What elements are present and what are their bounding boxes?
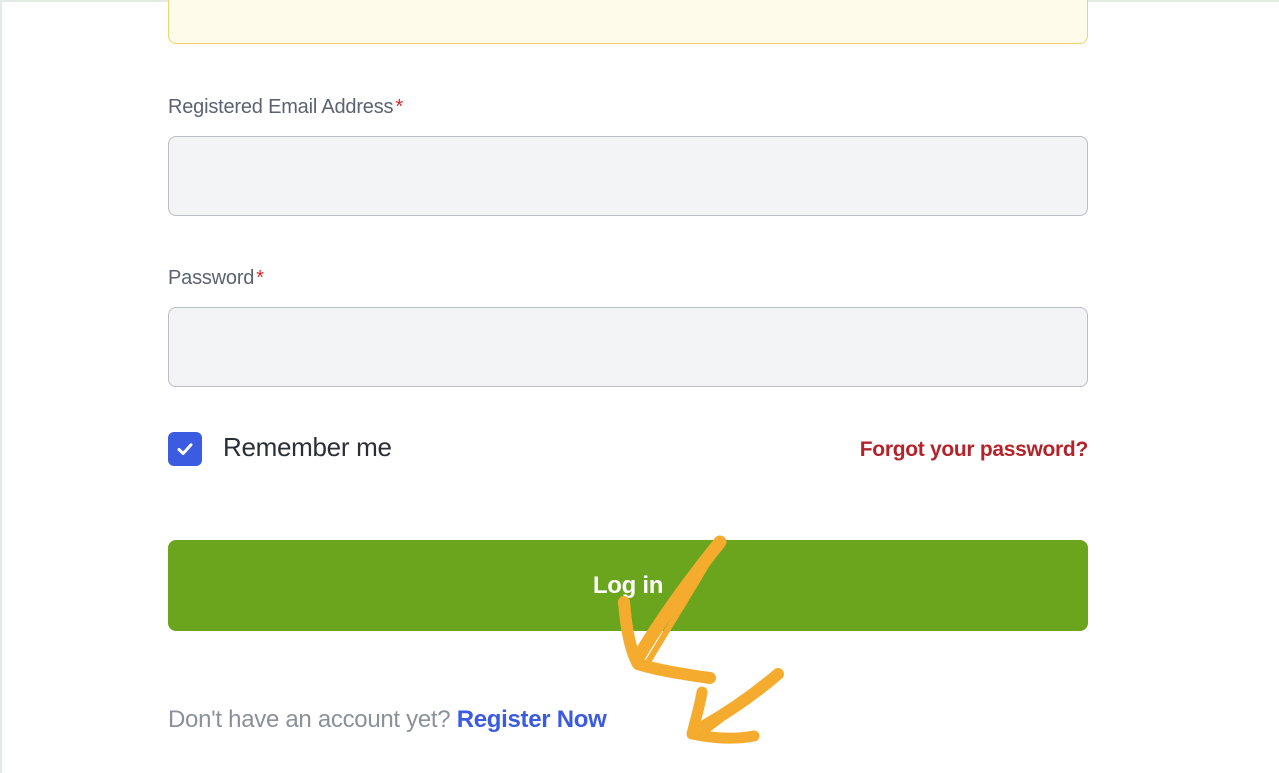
password-label-text: Password bbox=[168, 267, 255, 289]
email-field[interactable] bbox=[168, 136, 1088, 216]
register-now-link[interactable]: Register Now bbox=[457, 706, 607, 733]
register-prompt: Don't have an account yet? Register Now bbox=[168, 706, 607, 734]
forgot-password-link[interactable]: Forgot your password? bbox=[860, 438, 1089, 462]
email-label-text: Registered Email Address bbox=[168, 96, 394, 118]
register-prompt-text: Don't have an account yet? bbox=[168, 706, 451, 733]
remember-me-label[interactable]: Remember me bbox=[223, 432, 392, 463]
remember-me-checkbox[interactable] bbox=[168, 432, 202, 466]
email-label: Registered Email Address * bbox=[168, 96, 403, 119]
password-required-marker: * bbox=[256, 267, 264, 289]
check-icon bbox=[177, 443, 193, 455]
login-page: Registered Email Address * Password * Reme… bbox=[2, 0, 1279, 773]
password-label: Password * bbox=[168, 267, 264, 290]
email-required-marker: * bbox=[395, 96, 403, 118]
notice-box bbox=[168, 0, 1088, 44]
login-button[interactable]: Log in bbox=[168, 540, 1088, 631]
password-field[interactable] bbox=[168, 307, 1088, 387]
